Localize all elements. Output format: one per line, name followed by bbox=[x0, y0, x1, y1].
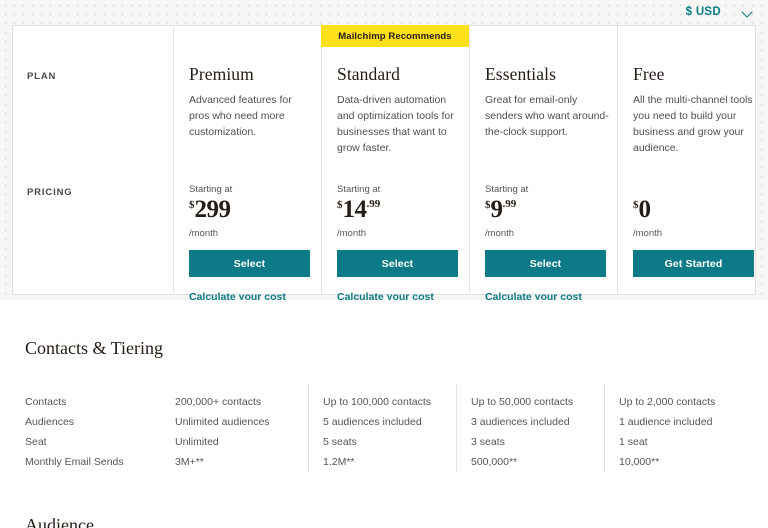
tiering-cell: 3M+** bbox=[175, 456, 204, 468]
tiering-cell: Up to 100,000 contacts bbox=[323, 396, 431, 408]
tiering-column-free: Up to 2,000 contacts 1 audience included… bbox=[604, 384, 752, 472]
price-row: $ 14 .99 bbox=[337, 197, 380, 222]
price-cents: .99 bbox=[366, 198, 381, 210]
tiering-cell: 5 audiences included bbox=[323, 416, 422, 428]
tiering-cell: 1 seat bbox=[619, 436, 648, 448]
price-row: $ 9 .99 bbox=[485, 197, 528, 222]
plan-description: Advanced features for pros who need more… bbox=[189, 94, 292, 138]
price-cents: .99 bbox=[502, 198, 517, 210]
section-title-audience: Audience bbox=[25, 515, 94, 528]
price-period: /month bbox=[189, 228, 219, 239]
plan-name: Standard bbox=[337, 64, 401, 84]
tiering-cell: 3 audiences included bbox=[471, 416, 570, 428]
price-row: $ 0 bbox=[633, 197, 662, 222]
plan-price-block: Starting at $ 9 .99 /month bbox=[485, 184, 528, 239]
starting-at-label bbox=[633, 184, 662, 196]
price-period: /month bbox=[633, 228, 663, 239]
tiering-cell: 10,000** bbox=[619, 456, 660, 468]
plan-name: Essentials bbox=[485, 64, 556, 84]
price-period: /month bbox=[337, 228, 367, 239]
plan-name: Free bbox=[633, 64, 665, 84]
tiering-row-labels: Contacts Audiences Seat Monthly Email Se… bbox=[0, 392, 160, 472]
plan-column-premium: Premium Advanced features for pros who n… bbox=[173, 26, 321, 303]
row-label-pricing: PRICING bbox=[27, 187, 73, 198]
select-button-premium[interactable]: Select bbox=[189, 250, 310, 277]
plan-column-free: Free All the multi-channel tools you nee… bbox=[617, 26, 765, 294]
price-amount: 14 bbox=[342, 196, 368, 223]
tiering-row-label: Contacts bbox=[25, 396, 67, 408]
tiering-cell: Up to 50,000 contacts bbox=[471, 396, 574, 408]
plan-description: All the multi-channel tools you need to … bbox=[633, 94, 753, 154]
price-row: $ 299 bbox=[189, 197, 232, 222]
starting-at-label: Starting at bbox=[189, 184, 233, 195]
pricing-card: PLAN PRICING Premium Advanced features f… bbox=[12, 25, 756, 303]
tiering-row-label: Monthly Email Sends bbox=[25, 456, 124, 468]
tiering-row-label: Audiences bbox=[25, 416, 75, 428]
price-amount: 299 bbox=[194, 196, 232, 223]
tiering-row-label: Seat bbox=[25, 436, 47, 448]
pricing-row-label-rail: PLAN PRICING bbox=[13, 26, 173, 294]
tiering-cell: Up to 2,000 contacts bbox=[619, 396, 716, 408]
currency-selector[interactable]: $ USD bbox=[686, 6, 754, 18]
tiering-cell: 500,000** bbox=[471, 456, 518, 468]
contacts-tiering-section: Contacts & Tiering Contacts Audiences Se… bbox=[0, 300, 768, 472]
price-period: /month bbox=[485, 228, 515, 239]
select-button-essentials[interactable]: Select bbox=[485, 250, 606, 277]
tiering-column-standard: Up to 100,000 contacts 5 audiences inclu… bbox=[308, 384, 456, 472]
plan-description: Data-driven automation and optimization … bbox=[337, 94, 454, 154]
plan-description: Great for email-only senders who want ar… bbox=[485, 94, 609, 138]
tiering-column-premium: 200,000+ contacts Unlimited audiences Un… bbox=[160, 392, 308, 472]
recommended-badge: Mailchimp Recommends bbox=[321, 25, 469, 47]
plan-price-block: $ 0 /month bbox=[633, 184, 662, 239]
starting-at-label: Starting at bbox=[337, 184, 381, 195]
tiering-cell: 1.2M** bbox=[323, 456, 355, 468]
tiering-cell: 3 seats bbox=[471, 436, 505, 448]
plan-name: Premium bbox=[189, 64, 254, 84]
row-label-plan: PLAN bbox=[27, 71, 57, 82]
pricing-columns: PLAN PRICING Premium Advanced features f… bbox=[13, 25, 755, 303]
tiering-cell: 5 seats bbox=[323, 436, 357, 448]
tiering-column-essentials: Up to 50,000 contacts 3 audiences includ… bbox=[456, 384, 604, 472]
plan-price-block: Starting at $ 299 /month bbox=[189, 184, 232, 239]
price-amount: 0 bbox=[638, 196, 652, 223]
plan-column-standard: Mailchimp Recommends Standard Data-drive… bbox=[321, 25, 469, 303]
plan-price-block: Starting at $ 14 .99 /month bbox=[337, 184, 380, 239]
section-title-contacts-tiering: Contacts & Tiering bbox=[25, 338, 164, 358]
chevron-down-icon[interactable] bbox=[743, 7, 754, 18]
starting-at-label: Starting at bbox=[485, 184, 529, 195]
tiering-cell: 200,000+ contacts bbox=[175, 396, 262, 408]
currency-label: $ USD bbox=[685, 6, 721, 18]
tiering-cell: 1 audience included bbox=[619, 416, 713, 428]
tiering-grid: Contacts Audiences Seat Monthly Email Se… bbox=[0, 384, 768, 472]
get-started-button-free[interactable]: Get Started bbox=[633, 250, 754, 277]
plan-column-essentials: Essentials Great for email-only senders … bbox=[469, 26, 617, 303]
select-button-standard[interactable]: Select bbox=[337, 250, 458, 277]
price-amount: 9 bbox=[490, 196, 504, 223]
tiering-cell: Unlimited audiences bbox=[175, 416, 270, 428]
tiering-cell: Unlimited bbox=[175, 436, 219, 448]
